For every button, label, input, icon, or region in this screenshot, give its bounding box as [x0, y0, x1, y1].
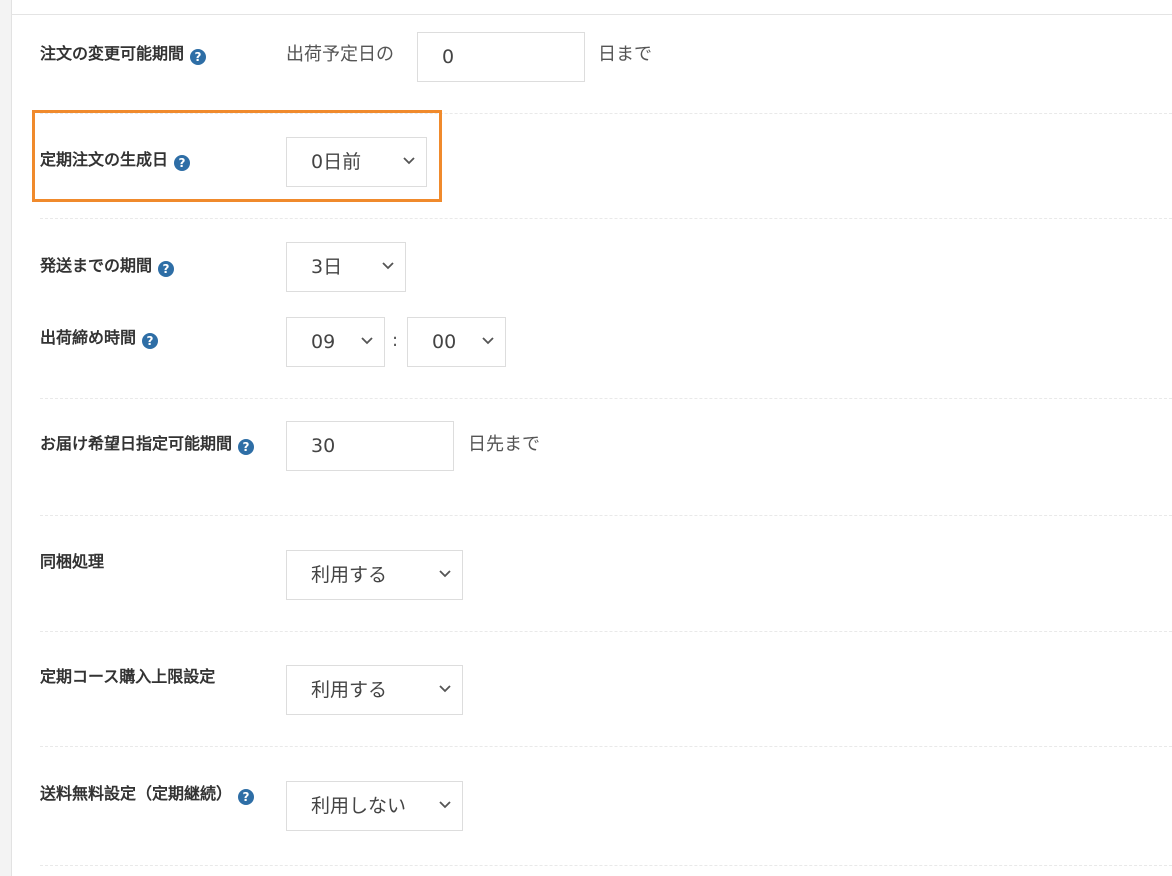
row-divider [40, 398, 1172, 516]
row-divider [40, 218, 1172, 399]
left-rail [0, 0, 12, 876]
row-divider [40, 515, 1172, 632]
row-divider [40, 0, 1172, 114]
row-divider [40, 746, 1172, 866]
row-divider [40, 113, 1172, 219]
settings-page: 注文の変更可能期間? 出荷予定日の 0 日まで 定期注文の生成日? 0日前 発送… [0, 0, 1172, 876]
row-divider [40, 631, 1172, 747]
